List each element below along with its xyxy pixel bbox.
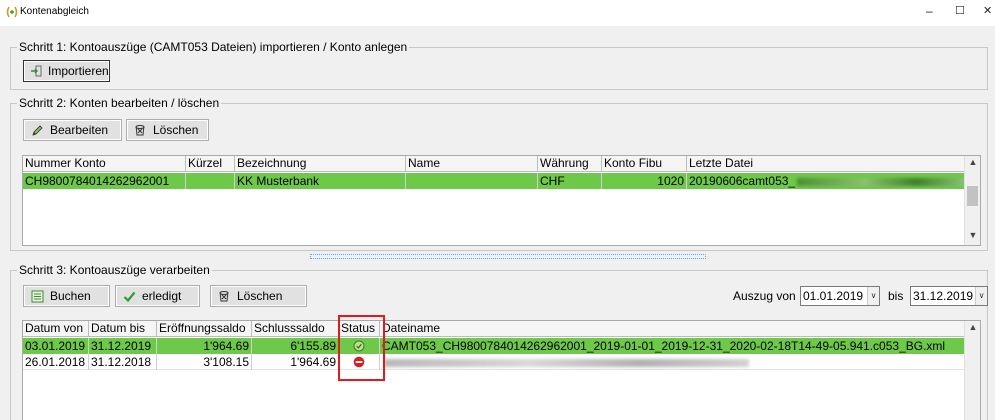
cell-letzte-datei: 20190606camt053_ (687, 173, 966, 189)
accounts-scrollbar[interactable]: ▲ ▼ (964, 156, 980, 245)
step1-title: Schritt 1: Kontoauszüge (CAMT053 Dateien… (17, 40, 410, 54)
trash-icon (133, 123, 147, 137)
cell-datum-bis: 31.12.2019 (89, 338, 157, 354)
import-button[interactable]: Importieren (23, 60, 110, 82)
status-highlight-box (338, 315, 385, 381)
cell-waehrung: CHF (538, 173, 602, 189)
col-bezeichnung[interactable]: Bezeichnung (235, 156, 406, 172)
from-date-picker[interactable]: 01.01.2019 ∨ (800, 286, 880, 306)
step2-group: Schritt 2: Konten bearbeiten / löschen B… (10, 96, 988, 251)
col-nummer-konto[interactable]: Nummer Konto (23, 156, 186, 172)
scroll-thumb[interactable] (967, 186, 978, 206)
step2-title: Schritt 2: Konten bearbeiten / löschen (17, 96, 222, 110)
cell-eroeffnungssaldo: 3'108.15 (157, 354, 252, 370)
pencil-icon (30, 123, 44, 137)
delete-account-label: Löschen (153, 123, 199, 137)
maximize-button[interactable]: ☐ (955, 4, 965, 17)
title-bar: Kontenabgleich – ☐ ✕ (0, 0, 995, 26)
col-waehrung[interactable]: Währung (538, 156, 602, 172)
step1-group: Schritt 1: Kontoauszüge (CAMT053 Dateien… (10, 40, 988, 90)
redacted-filename (384, 358, 749, 367)
col-konto-fibu[interactable]: Konto Fibu (602, 156, 687, 172)
edit-button[interactable]: Bearbeiten (23, 119, 122, 141)
col-datum-bis[interactable]: Datum bis (89, 321, 157, 337)
trash-icon (217, 289, 231, 303)
col-eroeffnungssaldo[interactable]: Eröffnungssaldo (157, 321, 252, 337)
cell-eroeffnungssaldo: 1'964.69 (157, 338, 252, 354)
chevron-down-icon[interactable]: ∨ (867, 287, 879, 305)
ledger-icon (30, 289, 44, 303)
scroll-up-icon[interactable]: ▲ (965, 322, 980, 336)
chevron-down-icon[interactable]: ∨ (975, 287, 987, 305)
col-letzte-datei[interactable]: Letzte Datei (687, 156, 966, 172)
statements-scrollbar[interactable]: ▲ (964, 321, 980, 420)
scroll-up-icon[interactable]: ▲ (965, 157, 980, 171)
delete-account-button[interactable]: Löschen (126, 119, 209, 141)
accounts-grid: Nummer Konto Kürzel Bezeichnung Name Wäh… (22, 155, 981, 246)
import-label: Importieren (48, 64, 109, 78)
cell-datum-von: 26.01.2018 (23, 354, 89, 370)
app-icon (6, 6, 18, 18)
cell-name (406, 173, 538, 189)
window-title: Kontenabgleich (20, 6, 89, 17)
to-label: bis (888, 289, 904, 303)
col-datum-von[interactable]: Datum von (23, 321, 89, 337)
statements-grid: Datum von Datum bis Eröffnungssaldo Schl… (22, 320, 981, 420)
cell-schlusssaldo: 1'964.69 (252, 354, 339, 370)
cell-konto-fibu: 1020 (602, 173, 687, 189)
statement-row[interactable]: 26.01.2018 31.12.2018 3'108.15 1'964.69 (23, 354, 966, 370)
panel-splitter[interactable] (310, 254, 706, 259)
cell-dateiname (380, 354, 966, 370)
from-label: Auszug von (733, 289, 796, 303)
step3-title: Schritt 3: Kontoauszüge verarbeiten (17, 263, 212, 277)
cell-schlusssaldo: 6'155.89 (252, 338, 339, 354)
close-button[interactable]: ✕ (983, 4, 992, 17)
col-name[interactable]: Name (406, 156, 538, 172)
minimize-button[interactable]: – (926, 4, 933, 18)
redacted-filename (797, 177, 966, 186)
from-date-value: 01.01.2019 (803, 289, 864, 303)
cell-datum-von: 03.01.2019 (23, 338, 89, 354)
col-schlusssaldo[interactable]: Schlusssaldo (252, 321, 339, 337)
letzte-datei-text: 20190606camt053_ (689, 174, 796, 188)
book-button[interactable]: Buchen (23, 285, 110, 307)
account-row[interactable]: CH9800784014262962001 KK Musterbank CHF … (23, 173, 966, 189)
cell-kuerzel (186, 173, 235, 189)
cell-datum-bis: 31.12.2018 (89, 354, 157, 370)
col-dateiname[interactable]: Dateiname (380, 321, 966, 337)
cell-dateiname: CAMT053_CH9800784014262962001_2019-01-01… (382, 339, 946, 353)
edit-label: Bearbeiten (50, 123, 109, 137)
to-date-value: 31.12.2019 (913, 289, 974, 303)
statement-row[interactable]: 03.01.2019 31.12.2019 1'964.69 6'155.89 … (23, 338, 966, 354)
done-button[interactable]: erledigt (115, 285, 200, 307)
import-arrow-icon (30, 64, 42, 78)
step3-group: Schritt 3: Kontoauszüge verarbeiten Buch… (10, 263, 988, 420)
to-date-picker[interactable]: 31.12.2019 ∨ (910, 286, 988, 306)
col-kuerzel[interactable]: Kürzel (186, 156, 235, 172)
delete-statement-button[interactable]: Löschen (210, 285, 307, 307)
delete-statement-label: Löschen (237, 289, 283, 303)
checkmark-icon (122, 289, 136, 303)
book-label: Buchen (50, 289, 91, 303)
done-label: erledigt (142, 289, 182, 303)
scroll-down-icon[interactable]: ▼ (965, 230, 980, 244)
cell-nummer: CH9800784014262962001 (23, 173, 186, 189)
cell-bezeichnung: KK Musterbank (235, 173, 406, 189)
